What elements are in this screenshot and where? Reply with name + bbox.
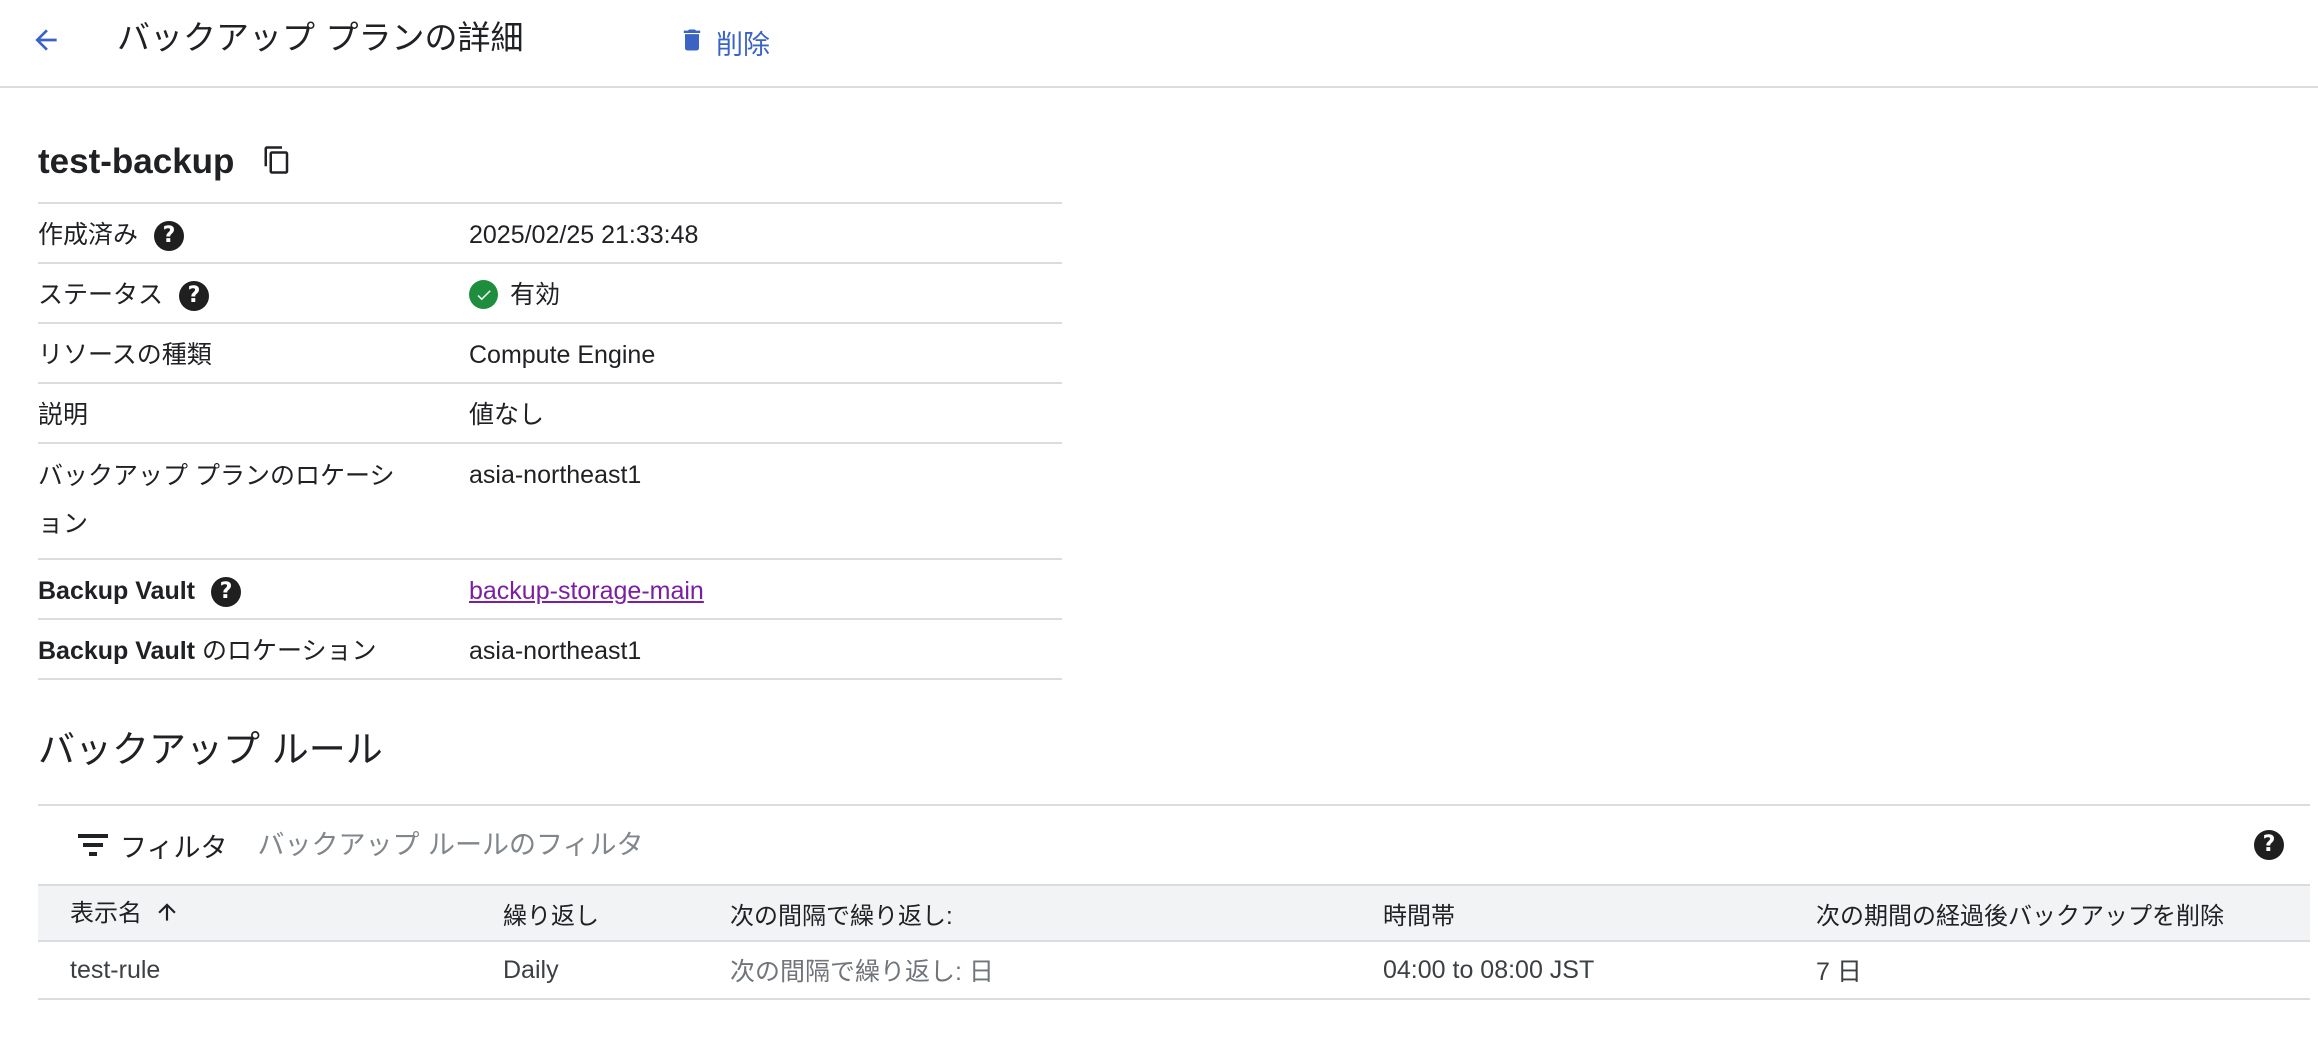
help-icon[interactable]: ? [211, 577, 241, 607]
vault-link[interactable]: backup-storage-main [469, 574, 704, 608]
detail-row-description: 説明 値なし [38, 384, 1062, 444]
column-header-window[interactable]: 時間帯 [1383, 896, 1455, 931]
vault-location-value: asia-northeast1 [469, 637, 642, 665]
vault-location-label-bold: Backup Vault [38, 637, 195, 665]
back-button[interactable] [22, 18, 70, 66]
vault-label: Backup Vault [38, 577, 195, 605]
copy-icon [262, 144, 292, 180]
rule-window: 04:00 to 08:00 JST [1383, 955, 1595, 984]
status-value: 有効 [510, 281, 561, 309]
detail-row-resource-type: リソースの種類 Compute Engine [38, 324, 1062, 384]
detail-row-vault: Backup Vault ? backup-storage-main [38, 560, 1062, 620]
filter-label: フィルタ [120, 832, 228, 864]
check-circle-icon [469, 280, 498, 309]
rule-retention: 7 日 [1816, 958, 1862, 986]
description-value: 値なし [469, 401, 545, 429]
rules-section-title: バックアップ ルール [38, 728, 383, 771]
details-table: 作成済み ? 2025/02/25 21:33:48 ステータス ? 有効 リソ… [38, 202, 1062, 680]
page-header: バックアップ プランの詳細 削除 [0, 0, 2318, 88]
help-icon[interactable]: ? [179, 281, 210, 311]
rules-table: フィルタ ? 表示名 繰り返し 次の間隔で繰り返し: 時間帯 次の期間の経過後バ… [38, 804, 2310, 1000]
trash-icon [678, 25, 706, 59]
table-row: test-rule Daily 次の間隔で繰り返し: 日 04:00 to 08… [38, 942, 2310, 1000]
column-header-interval[interactable]: 次の間隔で繰り返し: [730, 896, 953, 931]
rule-interval: 次の間隔で繰り返し: 日 [730, 958, 994, 986]
column-header-retention[interactable]: 次の期間の経過後バックアップを削除 [1816, 896, 2224, 931]
status-label: ステータス [38, 281, 164, 309]
resource-type-label: リソースの種類 [38, 341, 212, 369]
detail-row-plan-location: バックアップ プランのロケーション asia-northeast1 [38, 444, 1062, 560]
help-icon[interactable]: ? [2254, 830, 2284, 860]
plan-location-value: asia-northeast1 [469, 461, 642, 489]
rule-recurrence: Daily [503, 955, 559, 984]
detail-row-created: 作成済み ? 2025/02/25 21:33:48 [38, 204, 1062, 264]
filter-icon [78, 833, 108, 857]
resource-type-value: Compute Engine [469, 341, 656, 369]
arrow-back-icon [30, 24, 62, 60]
copy-button[interactable] [258, 142, 296, 182]
filter-input[interactable] [255, 828, 1760, 862]
delete-button[interactable]: 削除 [678, 18, 770, 66]
rule-display-name: test-rule [70, 955, 161, 984]
arrow-upward-icon [154, 898, 180, 933]
plan-name: test-backup [38, 142, 235, 181]
page-title: バックアップ プランの詳細 [117, 18, 524, 57]
help-icon[interactable]: ? [154, 221, 185, 251]
detail-row-vault-location: Backup Vault のロケーション asia-northeast1 [38, 620, 1062, 680]
column-header-display-name[interactable]: 表示名 [70, 893, 180, 932]
created-label: 作成済み [38, 221, 139, 249]
vault-location-label-rest: のロケーション [195, 637, 377, 665]
plan-location-label: バックアップ プランのロケーション [38, 462, 395, 538]
detail-row-status: ステータス ? 有効 [38, 264, 1062, 324]
description-label: 説明 [38, 401, 89, 429]
created-value: 2025/02/25 21:33:48 [469, 221, 699, 249]
table-header: 表示名 繰り返し 次の間隔で繰り返し: 時間帯 次の期間の経過後バックアップを削… [38, 886, 2310, 942]
filter-bar: フィルタ ? [38, 806, 2310, 886]
delete-label: 削除 [716, 29, 770, 61]
column-header-recurrence[interactable]: 繰り返し [503, 896, 599, 931]
